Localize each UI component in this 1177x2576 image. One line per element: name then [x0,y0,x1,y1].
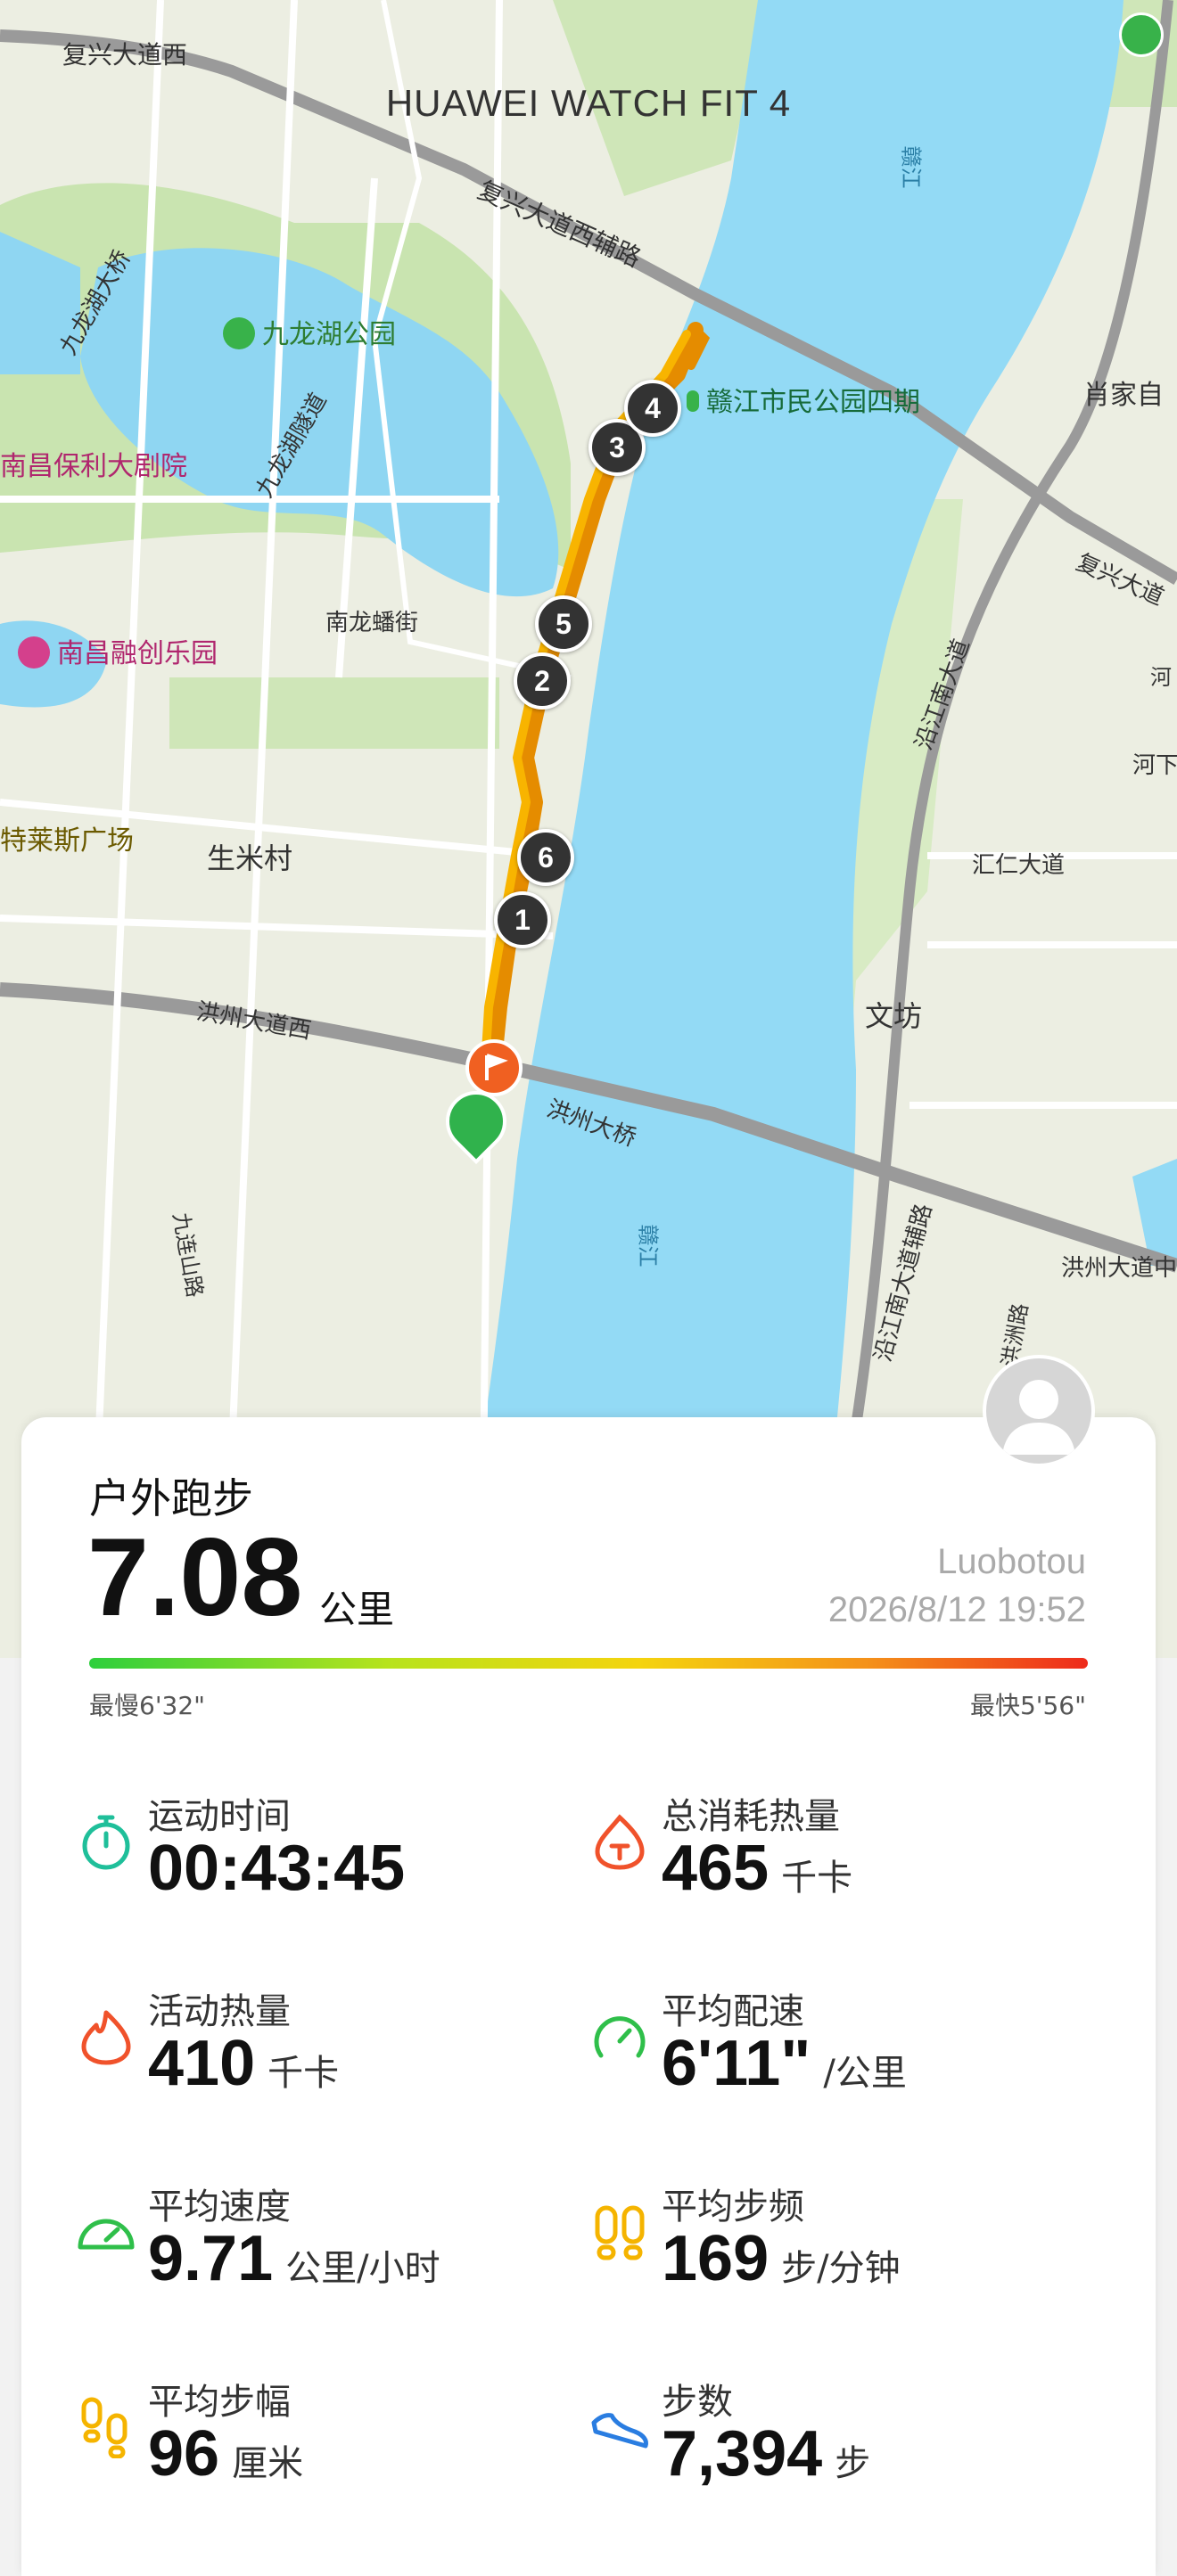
map-label: 特莱斯广场 [0,825,134,857]
stopwatch-icon [82,1815,130,1870]
stat-unit: 步/分钟 [781,2248,901,2289]
stat-value: 6'11" [662,2028,811,2099]
stat-avg-stride: 平均步幅 96 厘米 [75,2373,556,2524]
pace-gauge-icon [594,2016,646,2058]
stat-unit: 千卡 [268,2053,340,2094]
distance-value: 7.08 [87,1516,303,1639]
stat-value: 410 [148,2028,256,2099]
map-label: 复兴大道西 [62,40,188,70]
park-pin-icon [687,390,699,412]
finish-flag-icon[interactable] [465,1039,523,1096]
poi-sunac[interactable]: 南昌融创乐园 [18,631,218,671]
map-label: 肖家自 [1083,380,1164,411]
activity-datetime: 2026/8/12 19:52 [827,1590,1086,1629]
poi-label: 赣江市民公园四期 [706,387,920,418]
pace-fastest: 最快5'56" [969,1691,1086,1720]
poi-jiulonghu-park[interactable]: 九龙湖公园 [223,312,396,352]
map-label: 汇仁大道 [972,852,1066,879]
stat-avg-speed: 平均速度 9.71 公里/小时 [75,2178,556,2329]
park-icon [223,316,255,349]
stat-value: 7,394 [662,2418,823,2490]
map-label: 河 [1150,665,1172,690]
stat-value: 96 [148,2418,220,2490]
stat-duration: 运动时间 00:43:45 [75,1787,556,1939]
stat-value: 00:43:45 [148,1833,406,1904]
poi-label: 南昌融创乐园 [57,638,218,669]
stat-value: 169 [662,2223,770,2294]
pace-gradient-bar [89,1658,1088,1669]
device-title: HUAWEI WATCH FIT 4 [385,82,792,124]
stat-steps: 步数 7,394 步 [588,2373,1070,2524]
km-marker[interactable]: 1 [494,891,551,948]
stat-unit: /公里 [823,2053,907,2094]
poi-ganjiang-park[interactable]: 赣江市民公园四期 [687,380,920,419]
distance-unit: 公里 [319,1587,395,1631]
map-label: 生米村 [207,841,293,875]
poi-label: 九龙湖公园 [262,319,396,350]
footprints-icon [595,2205,645,2260]
stride-icon [81,2397,128,2458]
amusement-icon [18,636,50,669]
pace-slowest: 最慢6'32" [89,1691,206,1720]
map-label: 河下 [1132,752,1177,779]
park-icon[interactable] [1119,12,1164,57]
map-label: 赣江 [635,1224,661,1267]
flame-icon [81,2010,131,2065]
stat-value: 465 [662,1833,770,1904]
stat-unit: 步 [835,2443,871,2484]
stat-avg-cadence: 平均步频 169 步/分钟 [588,2178,1070,2329]
calorie-total-icon [595,1814,645,1870]
stat-unit: 厘米 [232,2443,304,2484]
km-marker[interactable]: 5 [535,595,592,652]
shoe-icon [591,2413,648,2449]
km-marker[interactable]: 2 [514,652,571,710]
stat-value: 9.71 [148,2223,274,2294]
map-label: 南龙蟠街 [325,610,419,636]
avatar[interactable] [983,1355,1095,1467]
stat-avg-pace: 平均配速 6'11"/公里 [588,1982,1070,2134]
map-label: 赣江 [898,145,924,189]
speedometer-icon [78,2219,135,2250]
user-name: Luobotou [937,1542,1086,1581]
stat-unit: 千卡 [781,1858,853,1899]
stat-active-calories: 活动热量 410 千卡 [75,1982,556,2134]
map-label: 洪州大道中 [1061,1255,1177,1282]
stat-unit: 公里/小时 [285,2248,440,2289]
map-label: 文坊 [865,999,923,1033]
km-marker[interactable]: 6 [517,829,574,886]
stat-total-calories: 总消耗热量 465 千卡 [588,1787,1070,1939]
km-marker[interactable]: 4 [624,380,681,437]
map-label: 南昌保利大剧院 [0,451,187,482]
